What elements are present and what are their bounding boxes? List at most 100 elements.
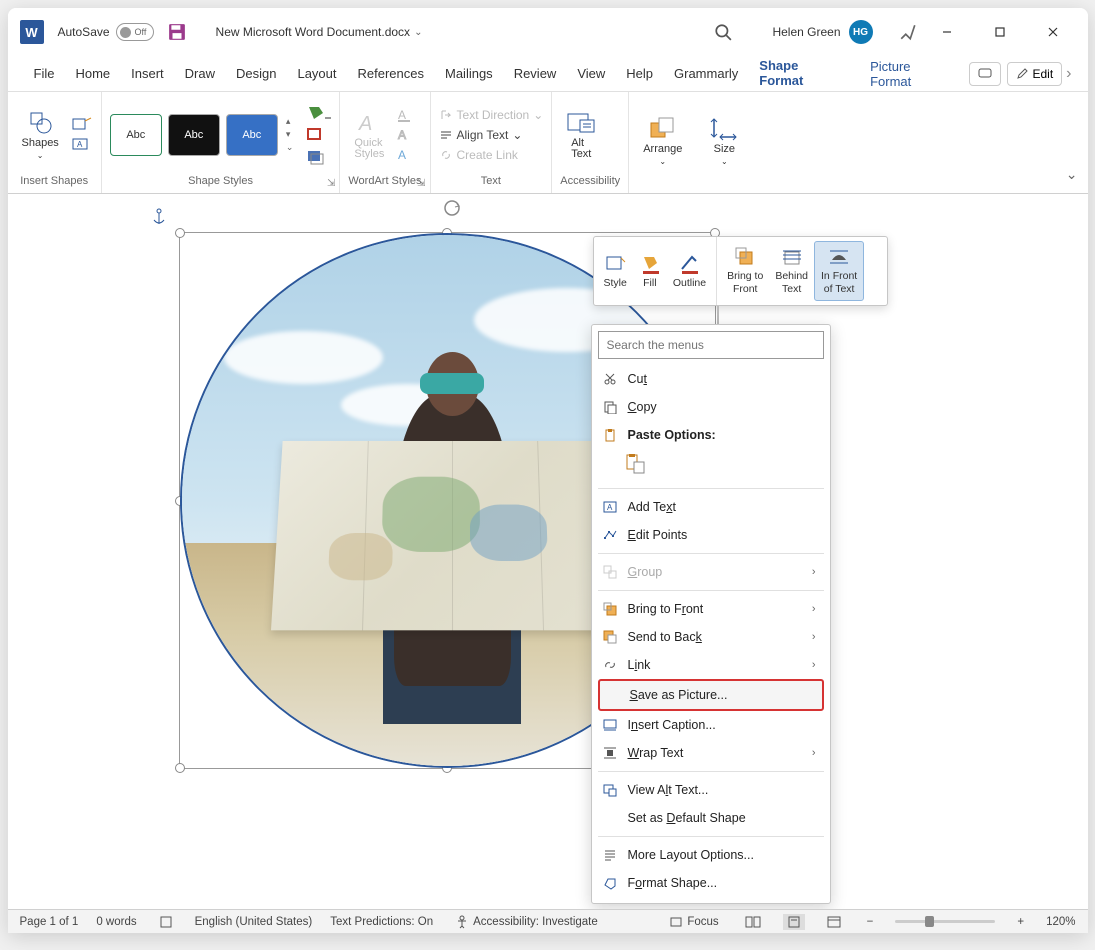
edit-shape-icon[interactable] <box>71 117 93 133</box>
shape-styles-launcher[interactable]: ⇲ <box>327 178 335 189</box>
tab-references[interactable]: References <box>348 58 435 89</box>
mini-in-front-of-text-button[interactable]: In Front of Text <box>814 241 864 300</box>
tab-grammarly[interactable]: Grammarly <box>664 58 749 89</box>
shapes-button[interactable]: Shapes ⌄ <box>16 105 65 164</box>
text-fill-icon[interactable]: A <box>396 107 418 123</box>
mini-fill-button[interactable]: Fill <box>633 249 667 294</box>
create-link-button[interactable]: Create Link <box>439 145 518 165</box>
context-menu-search-input[interactable] <box>598 331 824 359</box>
rotate-handle-icon[interactable] <box>442 198 462 218</box>
mini-style-button[interactable]: Style <box>598 249 633 294</box>
paste-option-button[interactable] <box>624 453 646 475</box>
save-icon[interactable] <box>168 23 186 41</box>
shape-style-preset-3[interactable]: Abc <box>226 114 278 156</box>
link-icon <box>439 148 453 162</box>
tab-layout[interactable]: Layout <box>287 58 347 89</box>
ribbon-collapse-button[interactable]: ⌄ <box>1066 166 1078 183</box>
link-icon <box>602 657 618 673</box>
shape-outline-icon[interactable] <box>305 126 331 144</box>
tab-picture-format[interactable]: Picture Format <box>860 51 963 97</box>
paintbrush-icon[interactable] <box>899 23 917 41</box>
svg-text:A: A <box>607 503 613 512</box>
text-box-icon[interactable]: A <box>71 137 93 153</box>
arrange-button[interactable]: Arrange ⌄ <box>637 111 688 170</box>
maximize-button[interactable] <box>978 17 1023 47</box>
cm-set-as-default-shape[interactable]: Set as Default Shape <box>598 804 824 832</box>
zoom-out[interactable]: − <box>863 916 878 928</box>
tab-help[interactable]: Help <box>616 58 664 89</box>
cm-cut[interactable]: Cut <box>598 365 824 393</box>
mini-bring-to-front-button[interactable]: Bring to Front <box>721 242 769 299</box>
comments-button[interactable] <box>969 62 1001 86</box>
word-count[interactable]: 0 words <box>96 916 136 928</box>
text-direction-button[interactable]: Text Direction ⌄ <box>439 105 544 125</box>
ribbon-group-insert-shapes: Shapes ⌄ A Insert Shapes <box>8 92 102 193</box>
tab-file[interactable]: File <box>24 58 66 89</box>
text-outline-icon[interactable]: A <box>396 127 418 143</box>
alt-text-button[interactable]: Alt Text <box>560 106 602 164</box>
cm-wrap-text[interactable]: Wrap Text › <box>598 739 824 767</box>
zoom-slider[interactable] <box>895 920 995 923</box>
zoom-in[interactable]: + <box>1013 916 1028 928</box>
accessibility-status[interactable]: Accessibility: Investigate <box>451 915 602 929</box>
edit-points-icon <box>602 527 618 543</box>
page-count[interactable]: Page 1 of 1 <box>20 916 79 928</box>
align-text-button[interactable]: Align Text ⌄ <box>439 125 523 145</box>
shape-effects-icon[interactable] <box>305 148 331 166</box>
shape-style-preset-1[interactable]: Abc <box>110 114 162 156</box>
tab-view[interactable]: View <box>567 58 616 89</box>
cm-add-text[interactable]: A Add Text <box>598 493 824 521</box>
user-avatar[interactable]: HG <box>849 20 873 44</box>
view-print-layout[interactable] <box>783 914 805 930</box>
tab-shape-format[interactable]: Shape Format <box>749 50 854 98</box>
language-status[interactable]: English (United States) <box>195 916 313 928</box>
cm-bring-to-front[interactable]: Bring to Front › <box>598 595 824 623</box>
cm-view-alt-text[interactable]: View Alt Text... <box>598 776 824 804</box>
view-web-layout[interactable] <box>823 916 845 928</box>
mini-outline-button[interactable]: Outline <box>667 249 712 294</box>
tab-draw[interactable]: Draw <box>175 58 226 89</box>
shape-fill-icon[interactable] <box>305 104 331 122</box>
gallery-more[interactable]: ⌄ <box>286 142 294 153</box>
close-button[interactable] <box>1031 17 1076 47</box>
tab-design[interactable]: Design <box>226 58 287 89</box>
text-effects-icon[interactable]: A <box>396 147 418 163</box>
mini-behind-text-button[interactable]: Behind Text <box>769 242 814 299</box>
document-area[interactable]: Style Fill Outline Bring to Front <box>8 194 1088 933</box>
gallery-up[interactable]: ▴ <box>286 116 294 127</box>
cm-insert-caption[interactable]: Insert Caption... <box>598 711 824 739</box>
cm-edit-points[interactable]: Edit Points <box>598 521 824 549</box>
tab-review[interactable]: Review <box>504 58 568 89</box>
minimize-button[interactable] <box>925 17 970 47</box>
shape-style-preset-2[interactable]: Abc <box>168 114 220 156</box>
zoom-level[interactable]: 120% <box>1046 916 1075 928</box>
tab-insert[interactable]: Insert <box>121 58 175 89</box>
tab-home[interactable]: Home <box>65 58 121 89</box>
wordart-launcher[interactable]: ⇲ <box>417 178 425 189</box>
chevron-right-icon: › <box>812 603 816 615</box>
cm-link[interactable]: Link › <box>598 651 824 679</box>
cm-copy[interactable]: Copy <box>598 393 824 421</box>
user-name[interactable]: Helen Green <box>772 25 840 39</box>
layout-icon <box>602 847 618 863</box>
search-icon[interactable] <box>714 23 732 41</box>
chevron-right-icon: › <box>812 566 816 578</box>
cm-send-to-back[interactable]: Send to Back › <box>598 623 824 651</box>
tab-mailings[interactable]: Mailings <box>435 58 504 89</box>
size-button[interactable]: Size ⌄ <box>704 111 744 170</box>
autosave-toggle[interactable]: Off <box>116 23 154 41</box>
spell-check-button[interactable] <box>155 915 177 929</box>
editing-mode-button[interactable]: Edit <box>1007 62 1062 86</box>
text-predictions-status[interactable]: Text Predictions: On <box>330 916 433 928</box>
cm-format-shape[interactable]: Format Shape... <box>598 869 824 897</box>
gallery-down[interactable]: ▾ <box>286 129 294 140</box>
quick-styles-button[interactable]: A Quick Styles <box>348 106 390 164</box>
zoom-slider-knob[interactable] <box>925 916 934 927</box>
view-read-mode[interactable] <box>741 916 765 928</box>
cm-save-as-picture[interactable]: Save as Picture... <box>598 679 824 711</box>
document-title[interactable]: New Microsoft Word Document.docx <box>216 25 411 39</box>
cm-more-layout-options[interactable]: More Layout Options... <box>598 841 824 869</box>
chevron-down-icon[interactable]: ⌄ <box>414 27 422 38</box>
chevron-right-icon: › <box>812 659 816 671</box>
focus-button[interactable]: Focus <box>665 915 722 929</box>
